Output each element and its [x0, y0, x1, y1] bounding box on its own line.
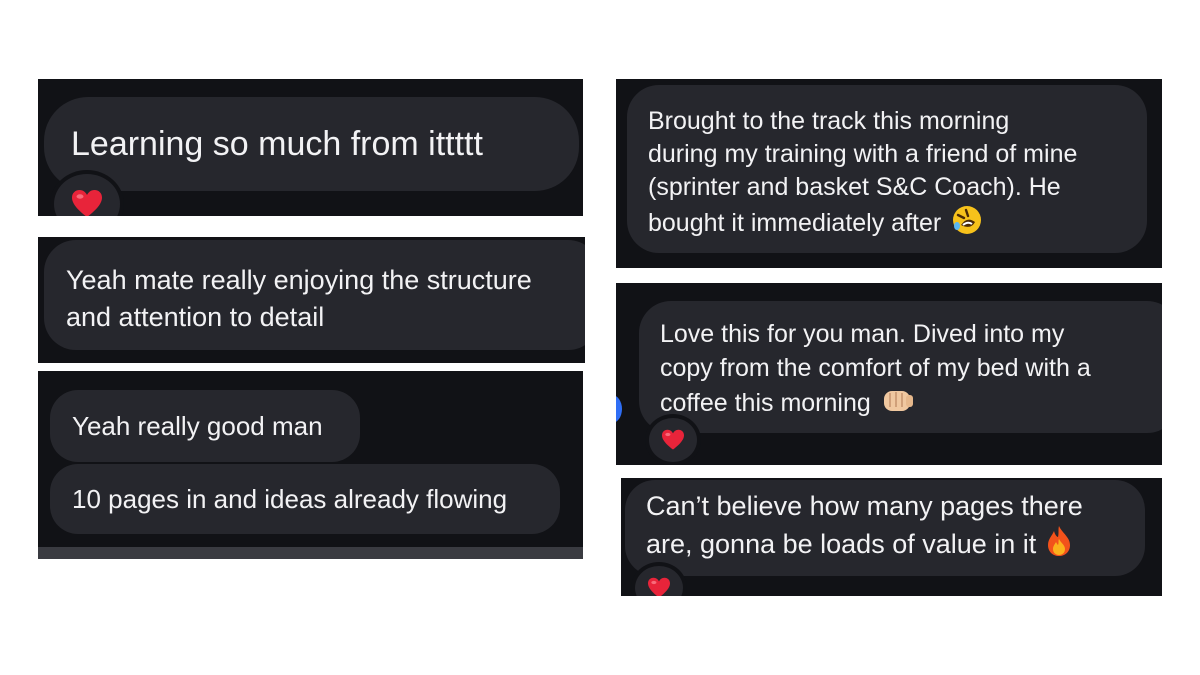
message-text: Yeah really good man [72, 411, 323, 441]
fist-bump-icon [881, 385, 915, 424]
message-line: Brought to the track this morning [648, 107, 1010, 135]
message-line: coffee this morning [660, 385, 1162, 424]
message-text: are, gonna be loads of value in it [646, 529, 1037, 560]
message-text: bought it immediately after [648, 209, 942, 238]
message-line: Can’t believe how many pages there [646, 491, 1083, 521]
message-text: coffee this morning [660, 389, 871, 418]
heart-icon [647, 577, 671, 596]
message-line: and attention to detail [66, 302, 325, 332]
message-line: are, gonna be loads of value in it [646, 525, 1145, 567]
message-line: Love this for you man. Dived into my [660, 320, 1065, 348]
screenshot-3: Yeah really good man 10 pages in and ide… [38, 371, 583, 559]
message-text: Learning so much from ittttt [71, 125, 483, 163]
message-line: bought it immediately after [648, 204, 1147, 245]
message-line: during my training with a friend of mine [648, 140, 1078, 168]
message-line: Yeah mate really enjoying the structure [66, 265, 532, 295]
heart-icon [661, 429, 685, 451]
screenshot-5: Love this for you man. Dived into my cop… [616, 283, 1162, 465]
message-bubble[interactable]: 10 pages in and ideas already flowing [50, 464, 560, 534]
message-bubble[interactable]: Yeah really good man [50, 390, 360, 462]
screenshot-6: Can’t believe how many pages there are, … [621, 478, 1162, 596]
heart-icon [71, 189, 103, 216]
fire-icon [1046, 525, 1072, 567]
message-line: copy from the comfort of my bed with a [660, 354, 1091, 382]
screenshot-4: Brought to the track this morning during… [616, 79, 1162, 268]
message-bubble[interactable]: Can’t believe how many pages there are, … [625, 480, 1145, 576]
heart-reaction[interactable] [649, 418, 697, 462]
message-bubble[interactable]: Learning so much from ittttt [44, 97, 579, 191]
message-bubble[interactable]: Love this for you man. Dived into my cop… [639, 301, 1162, 433]
message-line: (sprinter and basket S&C Coach). He [648, 173, 1061, 201]
unread-indicator [616, 395, 622, 423]
message-text: 10 pages in and ideas already flowing [72, 484, 508, 514]
rolling-on-floor-laughing-icon [951, 204, 983, 245]
screenshot-1: Learning so much from ittttt [38, 79, 583, 216]
screenshot-2: Yeah mate really enjoying the structure … [38, 237, 585, 363]
message-bubble[interactable]: Brought to the track this morning during… [627, 85, 1147, 253]
bottom-divider [38, 547, 583, 559]
message-bubble[interactable]: Yeah mate really enjoying the structure … [44, 240, 585, 350]
